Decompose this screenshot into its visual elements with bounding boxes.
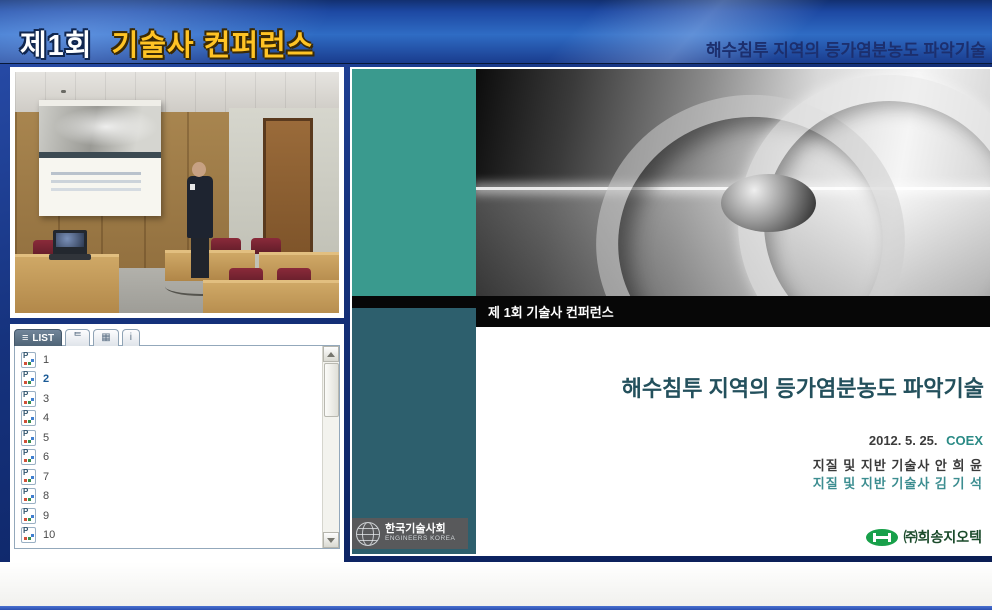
scroll-down-button[interactable] — [323, 532, 339, 548]
list-item-number: 10 — [43, 529, 55, 541]
conference-title: 제1회 기술사 컨퍼런스 — [20, 22, 314, 64]
slide-date-text: 2012. 5. 25. — [869, 433, 938, 448]
outline-icon: ᄐ — [73, 333, 82, 343]
slide-thumbnail-icon — [21, 391, 36, 407]
presenter-figure — [191, 236, 209, 278]
list-item-number: 3 — [43, 393, 49, 405]
list-scrollbar[interactable] — [322, 346, 339, 548]
scroll-up-button[interactable] — [323, 346, 339, 362]
control-bar: 한국기술사회 ENGINEERS KOREA SLIDE 2 / 12 | PL… — [0, 562, 992, 606]
slide-thumbnail-icon — [21, 469, 36, 485]
company-name: ㈜희송지오텍 — [904, 527, 982, 547]
presenter-line-1: 지질 및 지반 기술사 안 희 윤 — [813, 457, 983, 475]
list-item[interactable]: 3 — [21, 389, 319, 409]
grid-icon: ▦ — [101, 333, 110, 343]
slide-date: 2012. 5. 25. COEX — [869, 433, 983, 448]
slide-thumbnail-icon — [21, 527, 36, 543]
slide-thumbnail-icon — [21, 371, 36, 387]
slide-band-title: 제 1회 기술사 컨퍼런스 — [488, 302, 614, 321]
slide-thumbnail-icon — [21, 488, 36, 504]
scrollbar-thumb[interactable] — [324, 363, 339, 417]
slide-list: 1 2 3 4 5 6 7 8 9 10 — [14, 345, 340, 549]
list-item[interactable]: 2 — [21, 370, 319, 390]
list-item[interactable]: 9 — [21, 506, 319, 526]
list-item[interactable]: 5 — [21, 428, 319, 448]
lecture-subtitle: 해수침투 지역의 등가염분농도 파악기술 — [706, 36, 986, 61]
list-item[interactable]: 1 — [21, 350, 319, 370]
slide-presenters: 지질 및 지반 기술사 안 희 윤 지질 및 지반 기술사 김 기 석 — [813, 457, 983, 493]
slide-cover-image — [476, 69, 990, 296]
info-icon: i — [130, 333, 132, 343]
slide-black-strip — [352, 296, 476, 308]
kea-logo-korean: 한국기술사회 — [385, 524, 455, 534]
list-item-number: 8 — [43, 490, 49, 502]
kea-logo-box: 한국기술사회 ENGINEERS KOREA — [352, 518, 468, 549]
slide-thumbnail-icon — [21, 430, 36, 446]
list-tabs: ≡ LIST ᄐ ▦ i — [14, 328, 340, 346]
video-desk — [203, 280, 344, 318]
presenter-badge — [190, 184, 195, 190]
company-logo-icon — [866, 529, 898, 546]
video-desk — [10, 254, 119, 317]
list-item[interactable]: 6 — [21, 448, 319, 468]
company-logo: ㈜희송지오텍 — [866, 527, 982, 547]
arrow-up-icon — [327, 352, 335, 357]
tab-thumbnails[interactable]: ▦ — [93, 329, 118, 346]
slide-thumbnail-icon — [21, 449, 36, 465]
footer-accent-strip — [0, 606, 992, 610]
presenter-figure — [192, 162, 206, 177]
list-item-number: 5 — [43, 432, 49, 444]
list-item[interactable]: 10 — [21, 526, 319, 546]
list-item-number: 2 — [43, 373, 49, 385]
conference-title-rest: 기술사 컨퍼런스 — [112, 30, 315, 62]
slide-teal-block-top — [352, 69, 476, 296]
slide-thumbnail-icon — [21, 508, 36, 524]
slide-thumbnail-icon — [21, 410, 36, 426]
list-item-number: 1 — [43, 354, 49, 366]
list-item-number: 9 — [43, 510, 49, 522]
slide-viewer[interactable]: 제 1회 기술사 컨퍼런스 해수침투 지역의 등가염분농도 파악기술 2012.… — [350, 67, 992, 556]
slide-list-panel: ≡ LIST ᄐ ▦ i 1 2 3 — [10, 324, 344, 562]
video-ceiling-lights — [61, 90, 66, 93]
list-item[interactable]: 4 — [21, 409, 319, 429]
list-item-number: 6 — [43, 451, 49, 463]
slide-body: 해수침투 지역의 등가염분농도 파악기술 2012. 5. 25. COEX 지… — [476, 327, 990, 554]
presenter-line-2: 지질 및 지반 기술사 김 기 석 — [813, 475, 983, 493]
speaker-video[interactable] — [10, 67, 344, 318]
kea-logo-english: ENGINEERS KOREA — [385, 534, 455, 544]
conference-title-lead: 제1회 — [20, 30, 93, 62]
video-projection-screen — [39, 100, 161, 216]
list-icon: ≡ — [22, 333, 28, 343]
tab-outline[interactable]: ᄐ — [65, 329, 90, 346]
slide-title-band: 제 1회 기술사 컨퍼런스 — [476, 296, 990, 327]
list-item-number: 7 — [43, 471, 49, 483]
arrow-down-icon — [327, 538, 335, 543]
slide-main-title: 해수침투 지역의 등가염분농도 파악기술 — [622, 371, 984, 403]
slide-venue: COEX — [946, 433, 983, 448]
list-item-number: 4 — [43, 412, 49, 424]
tab-info[interactable]: i — [122, 329, 140, 346]
list-item[interactable]: 8 — [21, 487, 319, 507]
header-banner: 제1회 기술사 컨퍼런스 해수침투 지역의 등가염분농도 파악기술 — [0, 0, 992, 64]
tab-list-label: LIST — [32, 333, 54, 344]
player-window: 제1회 기술사 컨퍼런스 해수침투 지역의 등가염분농도 파악기술 — [0, 0, 992, 610]
kea-globe-icon — [356, 522, 380, 546]
tab-list[interactable]: ≡ LIST — [14, 329, 62, 346]
slide-thumbnail-icon — [21, 352, 36, 368]
video-laptop — [53, 230, 87, 256]
list-item[interactable]: 7 — [21, 467, 319, 487]
